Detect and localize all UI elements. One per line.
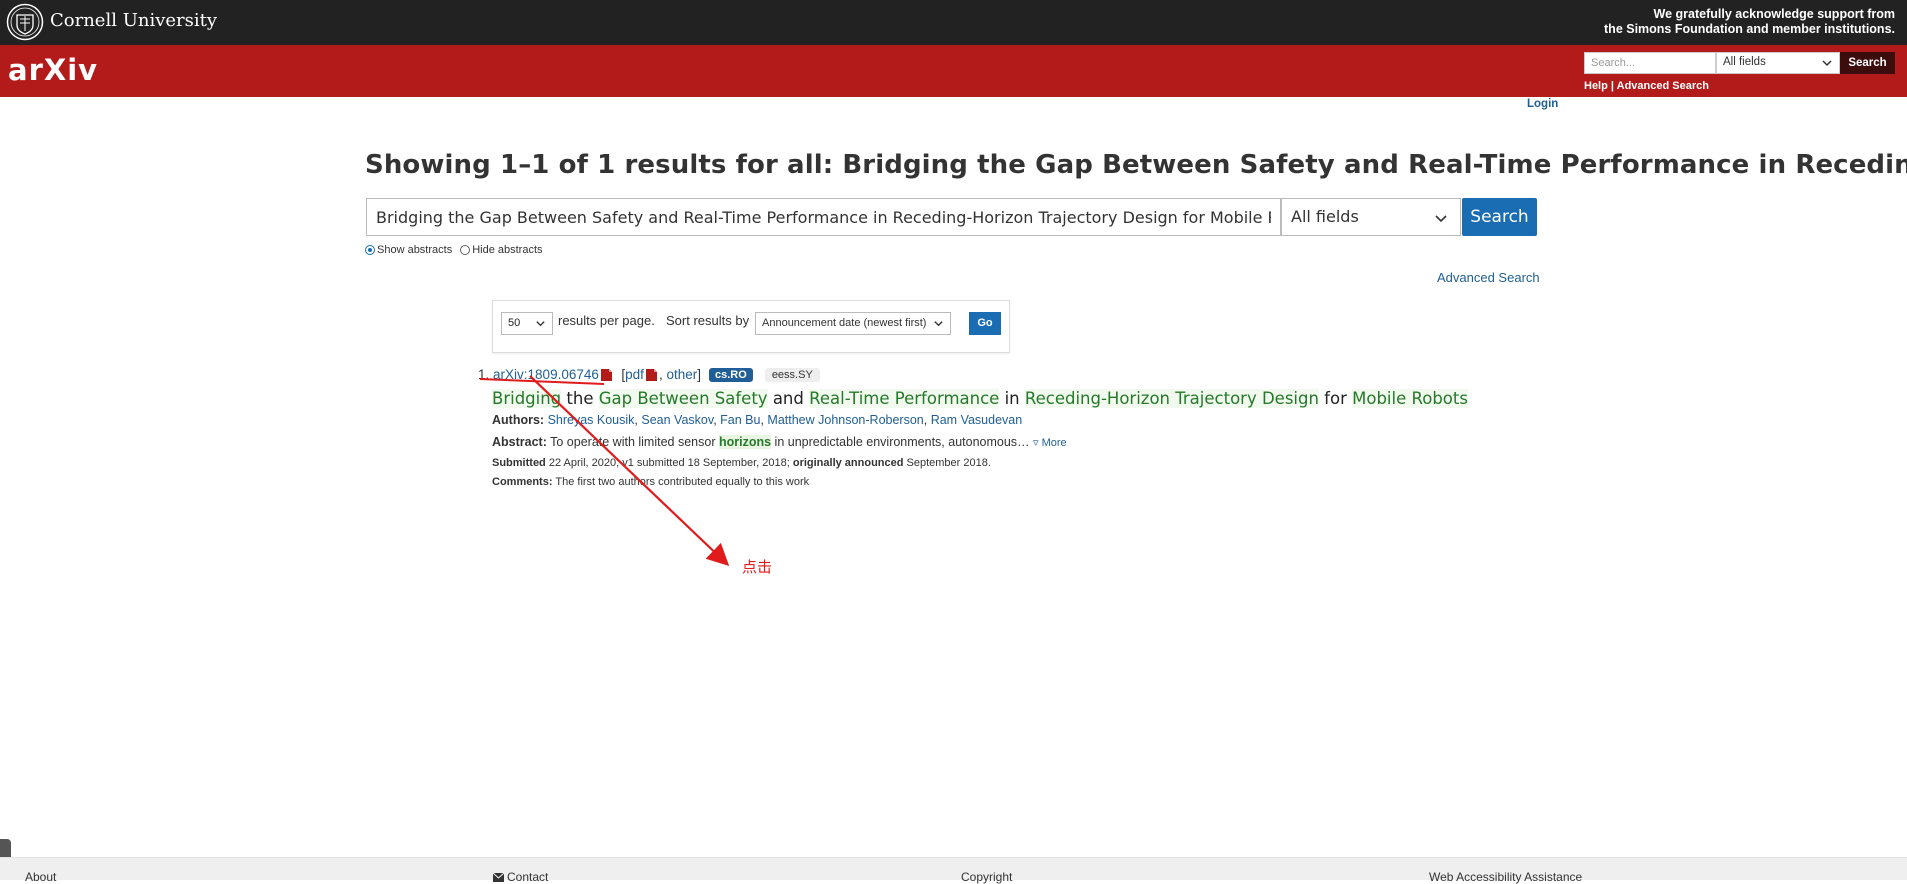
annotation-overlay: [479, 375, 730, 567]
envelope-icon: [492, 872, 505, 882]
annotation-arrow: [529, 375, 730, 567]
footer-contact-link[interactable]: Contact: [492, 870, 549, 884]
footer-accessibility-link[interactable]: Web Accessibility Assistance: [1429, 870, 1582, 884]
annotation-underline: [479, 378, 605, 385]
footer: About Contact Copyright Web Accessibilit…: [0, 857, 1907, 884]
footer-about-link[interactable]: About: [25, 870, 56, 884]
footer-copyright-link[interactable]: Copyright: [961, 870, 1012, 884]
footer-contact-label: Contact: [507, 870, 549, 884]
annotation-label: 点击: [742, 558, 773, 576]
